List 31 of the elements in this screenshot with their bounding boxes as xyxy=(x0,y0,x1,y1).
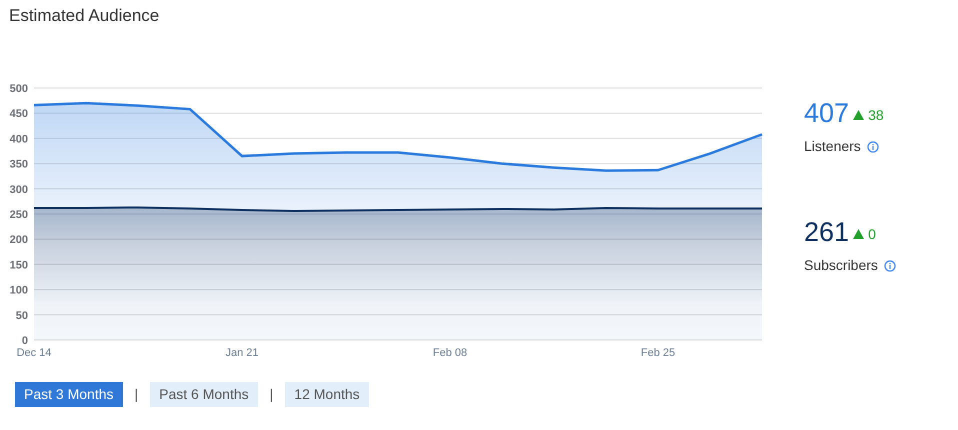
range-tab[interactable]: Past 6 Months xyxy=(150,382,258,407)
axis-label: 250 xyxy=(10,209,28,221)
axis-label: Feb 08 xyxy=(432,347,468,359)
separator: | xyxy=(270,385,274,404)
axis-label: 50 xyxy=(16,310,28,322)
info-icon[interactable] xyxy=(884,260,896,272)
up-arrow-icon xyxy=(853,229,864,239)
axis-label: Feb 25 xyxy=(640,347,676,359)
axis-label: Jan 21 xyxy=(225,347,259,359)
stat-label: Subscribers xyxy=(804,256,878,275)
info-icon[interactable] xyxy=(866,140,879,152)
separator: | xyxy=(134,385,138,404)
axis-label: 450 xyxy=(10,108,28,120)
axis-label: 100 xyxy=(10,284,28,297)
axis-label: 300 xyxy=(10,184,28,196)
axis-label: 150 xyxy=(10,259,28,272)
axis-label: 350 xyxy=(10,158,28,171)
axis-label: 0 xyxy=(22,335,28,347)
stat-change: 38 xyxy=(868,106,884,124)
stat-label: Listeners xyxy=(804,137,861,156)
axis-label: 400 xyxy=(10,133,28,146)
stat-value: 261 xyxy=(804,216,850,249)
stat-value: 407 xyxy=(804,97,850,130)
up-arrow-icon xyxy=(853,110,864,120)
axis-label: 500 xyxy=(10,83,28,95)
range-tab[interactable]: Past 3 Months xyxy=(15,382,122,407)
axis-label: Dec 14 xyxy=(16,347,52,359)
range-tab[interactable]: 12 Months xyxy=(285,382,369,407)
axis-label: 200 xyxy=(10,234,28,246)
stat-change: 0 xyxy=(868,224,876,244)
chart-title: Estimated Audience xyxy=(8,5,160,27)
